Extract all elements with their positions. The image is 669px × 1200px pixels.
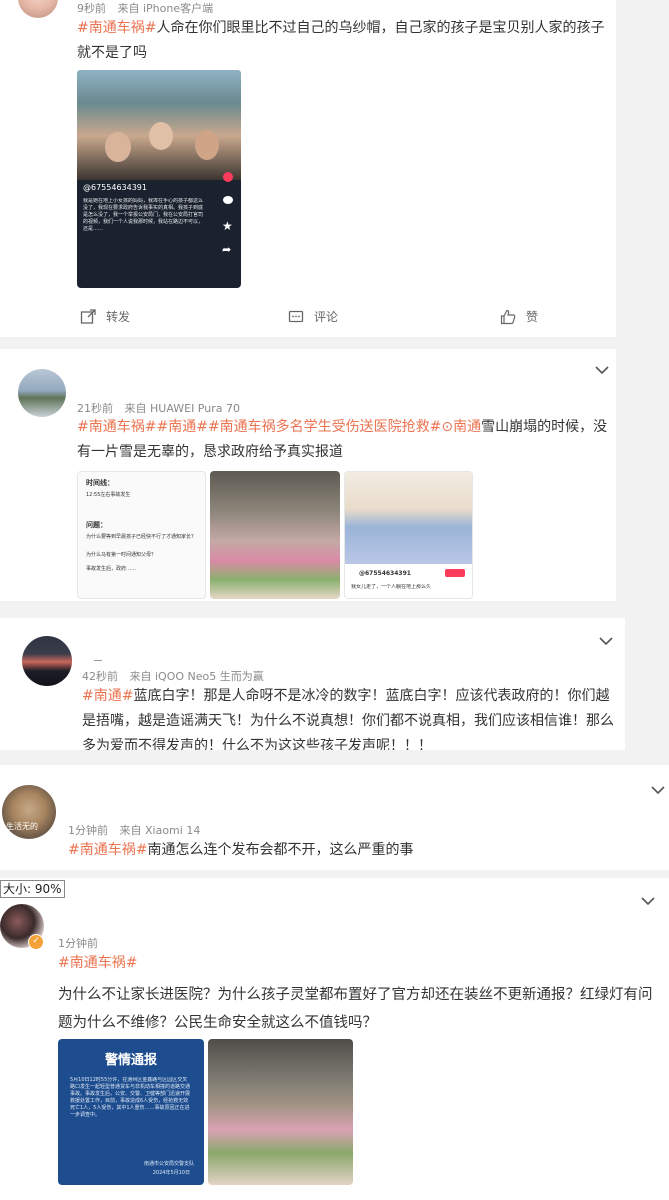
- police-notice-image[interactable]: 警情通报 5月10日12时55分许，在通州区金鑫路与区园区交叉路口发生一起轻型普…: [58, 1039, 204, 1185]
- share-icon[interactable]: ➦: [222, 244, 231, 255]
- post-card-3: 42秒前 来自 iQOO Neo5 生而为赢 #南通#蓝底白字！那是人命呀不是冰…: [0, 618, 625, 750]
- action-bar: 转发 评论 赞: [0, 300, 616, 334]
- video-person-3: [195, 130, 219, 160]
- video-person-2: [149, 122, 173, 150]
- post-card-5: 大小: 90% ✓ 1分钟前 #南通车祸# 为什么不让家长进医院？为什么孩子灵堂…: [0, 878, 669, 1200]
- comment-button[interactable]: 评论: [288, 308, 338, 325]
- avatar[interactable]: [18, 0, 58, 18]
- post-meta: 1分钟前 来自 Xiaomi 14: [68, 822, 208, 838]
- post-body: 南通怎么连个发布会都不开，这么严重的事: [147, 842, 414, 858]
- post-image-2[interactable]: [210, 471, 340, 599]
- post-text: #南通车祸#人命在你们眼里比不过自己的乌纱帽，自己家的孩子是宝贝别人家的孩子就不…: [77, 16, 607, 66]
- post-image-3[interactable]: @67554634391 我女儿走了，一个人躺在地上那么久: [344, 471, 473, 599]
- image-caption: 我女儿走了，一个人躺在地上那么久: [351, 584, 432, 590]
- location-pin-icon: ⊙: [441, 419, 454, 435]
- avatar-text: 生活无的: [6, 822, 38, 831]
- hashtag-link[interactable]: #南通#: [156, 419, 207, 435]
- hashtag-link[interactable]: #南通车祸#: [77, 419, 156, 435]
- image-text-q1: 为什么要等到早晨孩子已经快不行了才通知家长？: [86, 534, 197, 540]
- image-text-title: 时间线：: [86, 479, 114, 487]
- location-link[interactable]: 南通: [453, 419, 481, 435]
- star-icon[interactable]: ★: [222, 220, 233, 232]
- notice-body: 5月10日12时55分许，在通州区金鑫路与区园区交叉路口发生一起轻型普通货车与非…: [70, 1077, 191, 1118]
- post-text: #南通车祸##南通##南通车祸多名学生受伤送医院抢救#⊙南通雪山崩塌的时候，没有…: [77, 415, 609, 465]
- post-text: #南通#蓝底白字！那是人命呀不是冰冷的数字！蓝底白字！应该代表政府的！你们越是捂…: [82, 684, 616, 750]
- like-icon: [500, 309, 516, 324]
- image-text-line: 12:55左右事故发生: [86, 492, 131, 498]
- verified-badge-icon: ✓: [28, 934, 44, 950]
- post-meta: 9秒前 来自 iPhone客户端: [77, 0, 221, 16]
- hashtag-link[interactable]: #南通#: [82, 688, 133, 704]
- chevron-down-icon[interactable]: [650, 785, 666, 795]
- avatar[interactable]: [22, 636, 72, 686]
- zoom-indicator: 大小: 90%: [0, 880, 65, 898]
- chevron-down-icon[interactable]: [594, 365, 610, 375]
- comment-label: 评论: [314, 310, 339, 324]
- source-label[interactable]: 来自 iQOO Neo5 生而为赢: [130, 670, 264, 683]
- repost-button[interactable]: 转发: [80, 308, 130, 325]
- notice-sign: 南通市公安局交警支队: [143, 1161, 194, 1167]
- post-card-4: 生活无的 1分钟前 来自 Xiaomi 14 #南通车祸#南通怎么连个发布会都不…: [0, 765, 669, 870]
- like-button[interactable]: 赞: [500, 308, 538, 325]
- video-thumbnail[interactable]: @67554634391 我是她在地上小女孩的妈妈，我埠在手心的孩子都这么没了，…: [77, 70, 241, 288]
- video-handle: @67554634391: [83, 183, 147, 192]
- post-meta: 1分钟前: [58, 935, 106, 951]
- post-meta: 21秒前 来自 HUAWEI Pura 70: [77, 400, 248, 416]
- post-image-2[interactable]: [208, 1039, 353, 1185]
- image-text-q2: 为什么马有第一时间通知父母？: [86, 552, 157, 558]
- video-caption: 我是她在地上小女孩的妈妈，我埠在手心的孩子都这么没了，我现在要求政府告诉我事实的…: [83, 198, 203, 232]
- post-image-1[interactable]: 时间线： 12:55左右事故发生 问题： 为什么要等到早晨孩子已经快不行了才通知…: [77, 471, 206, 599]
- post-card-1: 9秒前 来自 iPhone客户端 #南通车祸#人命在你们眼里比不过自己的乌纱帽，…: [0, 0, 616, 337]
- image-text-q3: 事故发生后，政府……: [86, 566, 137, 572]
- post-card-2: 21秒前 来自 HUAWEI Pura 70 #南通车祸##南通##南通车祸多名…: [0, 349, 616, 601]
- notice-title: 警情通报: [104, 1053, 157, 1068]
- follow-badge: [445, 569, 465, 577]
- timestamp: 21秒前: [77, 402, 113, 415]
- post-body: 蓝底白字！那是人命呀不是冰冷的数字！蓝底白字！应该代表政府的！你们越是捂嘴，越是…: [82, 688, 614, 750]
- hashtag-link[interactable]: #南通车祸#: [68, 842, 147, 858]
- comment-icon[interactable]: [223, 196, 233, 204]
- timestamp: 9秒前: [77, 2, 106, 15]
- source-label[interactable]: 来自 HUAWEI Pura 70: [125, 402, 240, 415]
- timestamp: 1分钟前: [58, 937, 98, 950]
- post-meta: 42秒前 来自 iQOO Neo5 生而为赢: [82, 668, 272, 684]
- like-label: 赞: [526, 310, 539, 324]
- image-text-sub: 问题：: [86, 521, 107, 529]
- hashtag-link[interactable]: #南通车祸多名学生受伤送医院抢救#: [208, 419, 441, 435]
- repost-label: 转发: [106, 310, 131, 324]
- post-body: 人命在你们眼里比不过自己的乌纱帽，自己家的孩子是宝贝别人家的孩子就不是了吗: [77, 20, 605, 61]
- hashtag-link[interactable]: #南通车祸#: [58, 955, 137, 971]
- timestamp: 1分钟前: [68, 824, 108, 837]
- repost-icon: [80, 308, 96, 324]
- chevron-down-icon[interactable]: [640, 896, 656, 906]
- source-label[interactable]: 来自 Xiaomi 14: [120, 824, 201, 837]
- comment-icon: [288, 310, 304, 322]
- post-body: 为什么不让家长进医院？为什么孩子灵堂都布置好了官方却还在装丝不更新通报？红绿灯有…: [58, 987, 653, 1031]
- hashtag-link[interactable]: #南通车祸#: [77, 20, 156, 36]
- username-dash: [94, 660, 102, 661]
- image-handle: @67554634391: [359, 570, 411, 577]
- avatar[interactable]: 生活无的: [2, 785, 56, 839]
- notice-date: 2024年5月10日: [152, 1170, 190, 1176]
- hashtag-line: #南通车祸#: [58, 951, 137, 976]
- image-photo: [345, 472, 472, 564]
- heart-icon[interactable]: [223, 172, 233, 182]
- post-text: #南通车祸#南通怎么连个发布会都不开，这么严重的事: [68, 838, 658, 863]
- video-person-1: [105, 132, 131, 162]
- source-label[interactable]: 来自 iPhone客户端: [118, 2, 214, 15]
- avatar[interactable]: [18, 369, 66, 417]
- timestamp: 42秒前: [82, 670, 118, 683]
- chevron-down-icon[interactable]: [598, 636, 614, 646]
